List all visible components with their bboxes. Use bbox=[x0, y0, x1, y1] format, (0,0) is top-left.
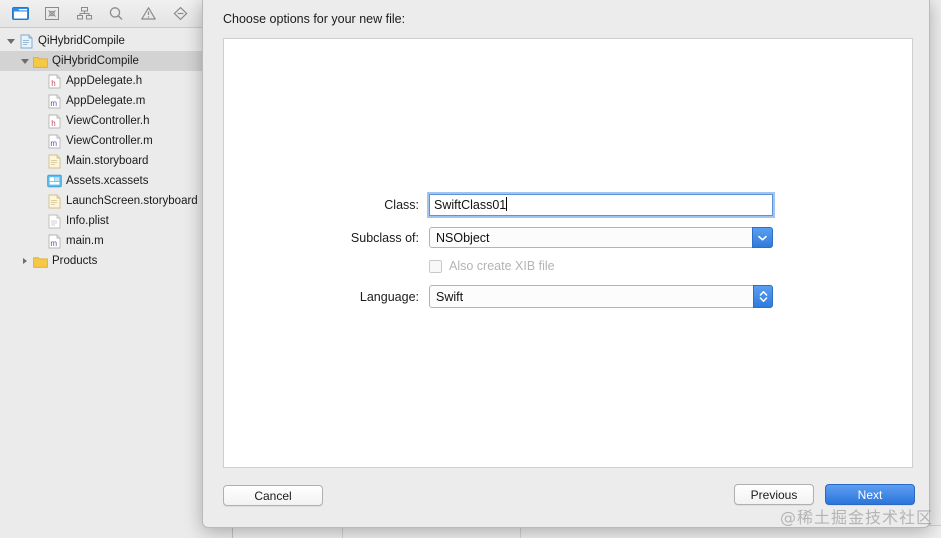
search-icon bbox=[109, 7, 123, 20]
header-file-icon: h bbox=[46, 73, 62, 89]
previous-button-label: Previous bbox=[750, 487, 798, 502]
chevron-up-down-icon[interactable] bbox=[753, 285, 773, 308]
language-label: Language: bbox=[359, 289, 419, 304]
subclass-combobox[interactable]: NSObject bbox=[429, 227, 773, 248]
sidebar-tab-symbol-hierarchy[interactable] bbox=[68, 1, 100, 27]
sidebar-tab-source-control[interactable] bbox=[36, 1, 68, 27]
storyboard-icon bbox=[46, 153, 62, 169]
svg-text:m: m bbox=[50, 139, 57, 148]
folder-icon bbox=[11, 7, 29, 20]
source-control-icon bbox=[45, 7, 59, 20]
objc-file-icon: m bbox=[46, 93, 62, 109]
objc-file-icon: m bbox=[46, 133, 62, 149]
disclosure-triangle-icon[interactable] bbox=[18, 258, 32, 264]
status-bar-divider bbox=[520, 527, 521, 538]
text-caret bbox=[506, 197, 508, 211]
tree-item-label: Assets.xcassets bbox=[66, 175, 149, 187]
tree-item-label: AppDelegate.h bbox=[66, 75, 143, 87]
tree-row-file[interactable]: m ViewController.m bbox=[0, 131, 232, 151]
storyboard-icon bbox=[46, 193, 62, 209]
next-button-label: Next bbox=[857, 487, 883, 502]
class-label: Class: bbox=[384, 198, 419, 212]
tree-row-file[interactable]: m AppDelegate.m bbox=[0, 91, 232, 111]
inspector-panel bbox=[929, 0, 941, 538]
disclosure-triangle-icon[interactable] bbox=[18, 58, 32, 64]
navigator-toolbar bbox=[0, 0, 232, 28]
tree-item-label: ViewController.h bbox=[66, 115, 150, 127]
tree-item-label: ViewController.m bbox=[66, 135, 153, 147]
form-row-xib: . Also create XIB file bbox=[224, 259, 555, 273]
form-row-subclass: Subclass of: NSObject bbox=[224, 227, 773, 248]
file-tree[interactable]: QiHybridCompile QiHybridCompile h AppDel… bbox=[0, 28, 232, 538]
tree-row-file[interactable]: m main.m bbox=[0, 231, 232, 251]
warning-triangle-icon bbox=[140, 7, 156, 20]
language-popup[interactable]: Swift bbox=[429, 285, 773, 308]
tree-row-file[interactable]: h AppDelegate.h bbox=[0, 71, 232, 91]
chevron-down-icon[interactable] bbox=[752, 227, 773, 248]
assets-icon bbox=[46, 173, 62, 189]
tree-item-label: Main.storyboard bbox=[66, 155, 149, 167]
tree-item-label: QiHybridCompile bbox=[52, 55, 139, 67]
tree-row-group[interactable]: QiHybridCompile bbox=[0, 51, 232, 71]
svg-text:m: m bbox=[50, 99, 57, 108]
tree-row-file[interactable]: h ViewController.h bbox=[0, 111, 232, 131]
xib-label: Also create XIB file bbox=[449, 259, 555, 273]
form-row-language: Language: Swift bbox=[224, 285, 773, 308]
class-input-value: SwiftClass01 bbox=[434, 198, 507, 212]
previous-button[interactable]: Previous bbox=[734, 484, 814, 505]
tree-row-file[interactable]: Assets.xcassets bbox=[0, 171, 232, 191]
tree-item-label: QiHybridCompile bbox=[38, 35, 125, 47]
symbol-hierarchy-icon bbox=[76, 7, 92, 20]
sidebar-tab-search[interactable] bbox=[100, 1, 132, 27]
screenshot-root: QiHybridCompile QiHybridCompile h AppDel… bbox=[0, 0, 941, 538]
disclosure-triangle-icon[interactable] bbox=[4, 38, 18, 44]
xib-spacer: . bbox=[224, 259, 429, 273]
objc-file-icon: m bbox=[46, 233, 62, 249]
tree-row-file[interactable]: Info.plist bbox=[0, 211, 232, 231]
xib-checkbox bbox=[429, 259, 442, 273]
cancel-button-label: Cancel bbox=[254, 488, 292, 503]
subclass-value: NSObject bbox=[436, 230, 490, 245]
tree-item-label: Info.plist bbox=[66, 215, 109, 227]
plist-icon bbox=[46, 213, 62, 229]
subclass-label: Subclass of: bbox=[350, 230, 419, 245]
sidebar-tab-tests[interactable] bbox=[164, 1, 196, 27]
sidebar-tab-folder[interactable] bbox=[4, 1, 36, 27]
sidebar-tab-issues[interactable] bbox=[132, 1, 164, 27]
project-navigator: QiHybridCompile QiHybridCompile h AppDel… bbox=[0, 0, 233, 538]
tree-item-label: main.m bbox=[66, 235, 104, 247]
tree-row-file[interactable]: LaunchScreen.storyboard bbox=[0, 191, 232, 211]
tree-item-label: Products bbox=[52, 255, 98, 267]
watermark: @稀土掘金技术社区 bbox=[779, 508, 933, 527]
tree-row-project[interactable]: QiHybridCompile bbox=[0, 31, 232, 51]
class-input[interactable]: SwiftClass01 bbox=[429, 194, 773, 216]
svg-text:h: h bbox=[51, 79, 55, 88]
header-file-icon: h bbox=[46, 113, 62, 129]
options-form: Class: SwiftClass01 Subclass of: NSObjec… bbox=[224, 39, 912, 467]
next-button[interactable]: Next bbox=[825, 484, 915, 505]
status-bar-divider bbox=[342, 527, 343, 538]
tree-row-products[interactable]: Products bbox=[0, 251, 232, 271]
language-value: Swift bbox=[436, 289, 464, 304]
sheet-title: Choose options for your new file: bbox=[223, 12, 406, 26]
new-file-options-sheet: Choose options for your new file: Class:… bbox=[202, 0, 930, 528]
tree-item-label: LaunchScreen.storyboard bbox=[66, 195, 198, 207]
folder-icon bbox=[32, 53, 48, 69]
test-diamond-icon bbox=[173, 6, 187, 21]
project-icon bbox=[18, 33, 34, 49]
svg-text:h: h bbox=[51, 119, 55, 128]
svg-text:m: m bbox=[50, 239, 57, 248]
tree-row-file[interactable]: Main.storyboard bbox=[0, 151, 232, 171]
tree-item-label: AppDelegate.m bbox=[66, 95, 146, 107]
cancel-button[interactable]: Cancel bbox=[223, 485, 323, 506]
folder-icon bbox=[32, 253, 48, 269]
options-panel: Class: SwiftClass01 Subclass of: NSObjec… bbox=[223, 38, 913, 468]
xib-checkbox-row: Also create XIB file bbox=[429, 259, 555, 273]
form-row-class: Class: SwiftClass01 bbox=[224, 194, 773, 216]
